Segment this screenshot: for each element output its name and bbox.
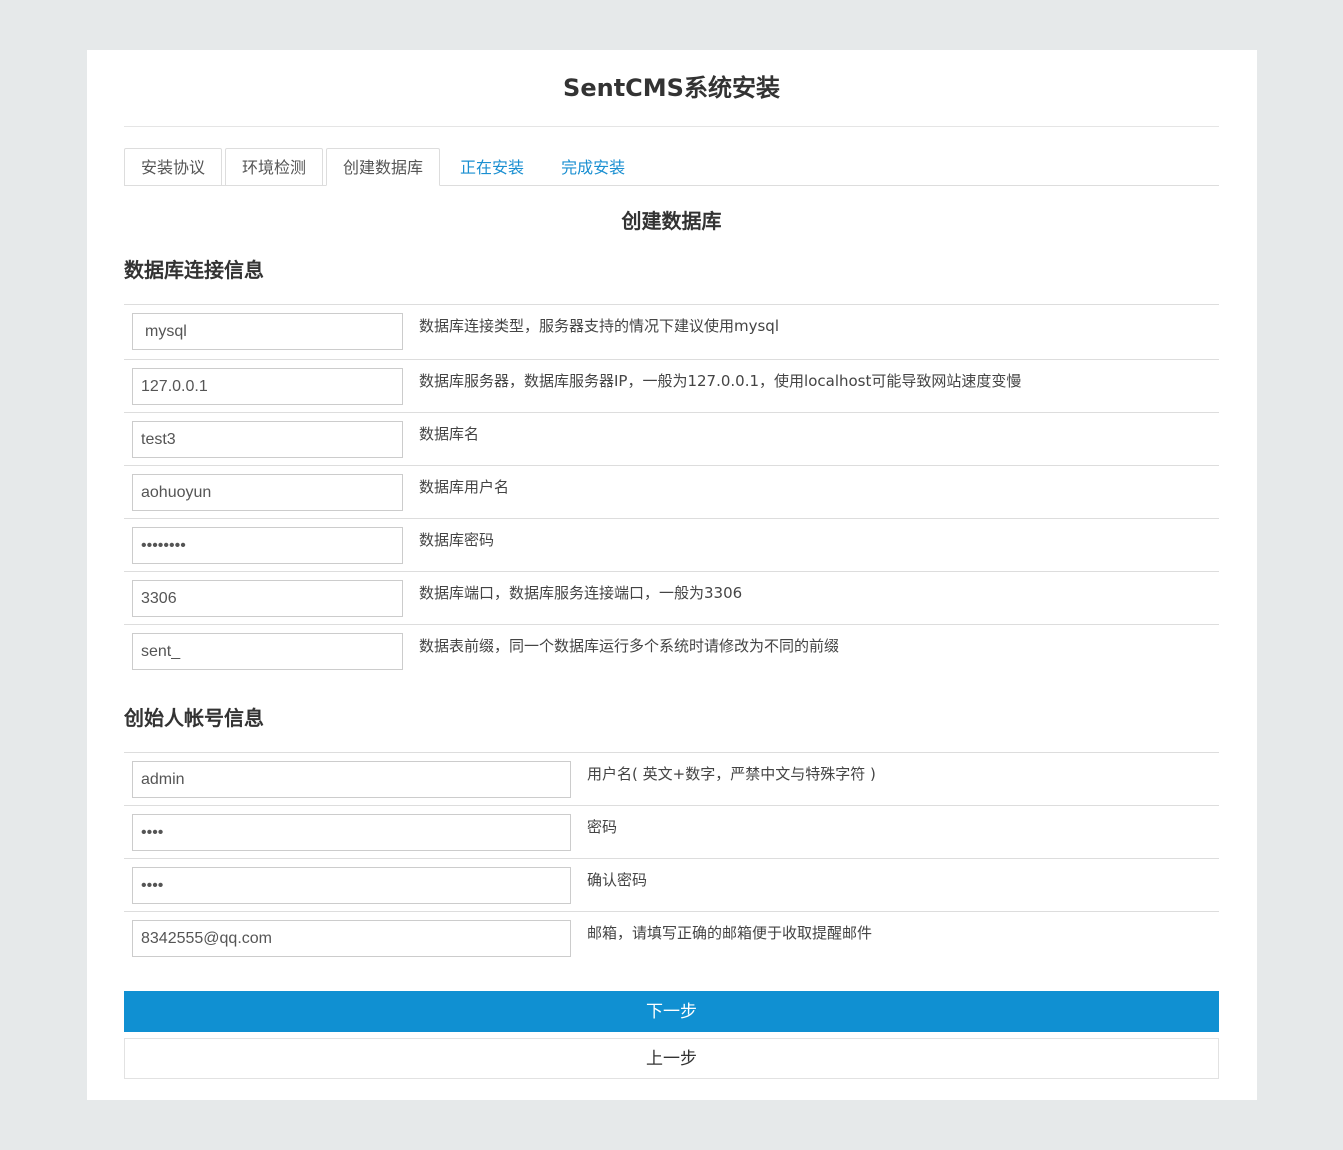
tab-create-database[interactable]: 创建数据库: [326, 148, 441, 186]
db-name-input[interactable]: [132, 421, 403, 458]
form-row-db-type: 数据库连接类型，服务器支持的情况下建议使用mysql: [124, 305, 1219, 360]
db-type-help: 数据库连接类型，服务器支持的情况下建议使用mysql: [419, 317, 779, 335]
db-user-help: 数据库用户名: [419, 478, 510, 496]
db-user-input[interactable]: [132, 474, 403, 511]
form-row-db-name: 数据库名: [124, 413, 1219, 466]
db-password-help: 数据库密码: [419, 531, 495, 549]
admin-username-input[interactable]: [132, 761, 571, 798]
install-panel: SentCMS系统安装 安装协议 环境检测 创建数据库 正在安装 完成安装 创建…: [87, 50, 1257, 1100]
form-row-admin-password: 密码: [124, 806, 1219, 859]
tab-environment-check[interactable]: 环境检测: [225, 148, 324, 186]
app-title: SentCMS系统安装: [563, 74, 780, 102]
form-row-db-port: 数据库端口，数据库服务连接端口，一般为3306: [124, 572, 1219, 625]
next-step-button[interactable]: 下一步: [124, 991, 1219, 1032]
db-type-select[interactable]: [132, 313, 403, 350]
db-name-help: 数据库名: [419, 425, 480, 443]
install-content: SentCMS系统安装 安装协议 环境检测 创建数据库 正在安装 完成安装 创建…: [124, 50, 1219, 1079]
install-steps-tabs: 安装协议 环境检测 创建数据库 正在安装 完成安装: [124, 147, 1219, 186]
form-row-db-host: 数据库服务器，数据库服务器IP，一般为127.0.0.1，使用localhost…: [124, 360, 1219, 413]
db-port-help: 数据库端口，数据库服务连接端口，一般为3306: [419, 584, 743, 602]
admin-form-table: 用户名( 英文+数字，严禁中文与特殊字符 ) 密码 确认密码 邮箱，请填写正确的…: [124, 752, 1219, 965]
db-host-help: 数据库服务器，数据库服务器IP，一般为127.0.0.1，使用localhost…: [419, 372, 1022, 390]
form-row-db-prefix: 数据表前缀，同一个数据库运行多个系统时请修改为不同的前缀: [124, 625, 1219, 678]
admin-section-heading: 创始人帐号信息: [124, 706, 264, 730]
db-prefix-input[interactable]: [132, 633, 403, 670]
form-row-db-user: 数据库用户名: [124, 466, 1219, 519]
admin-confirm-password-input[interactable]: [132, 867, 571, 904]
app-header: SentCMS系统安装: [124, 50, 1219, 127]
admin-password-help: 密码: [587, 818, 618, 836]
form-row-admin-confirm-password: 确认密码: [124, 859, 1219, 912]
previous-step-button[interactable]: 上一步: [124, 1038, 1219, 1079]
db-host-input[interactable]: [132, 368, 403, 405]
db-section-heading: 数据库连接信息: [124, 258, 264, 282]
admin-email-help: 邮箱，请填写正确的邮箱便于收取提醒邮件: [587, 924, 873, 942]
admin-password-input[interactable]: [132, 814, 571, 851]
db-form-table: 数据库连接类型，服务器支持的情况下建议使用mysql 数据库服务器，数据库服务器…: [124, 304, 1219, 678]
form-row-admin-username: 用户名( 英文+数字，严禁中文与特殊字符 ): [124, 753, 1219, 806]
form-row-admin-email: 邮箱，请填写正确的邮箱便于收取提醒邮件: [124, 912, 1219, 965]
step-heading: 创建数据库: [621, 209, 722, 233]
admin-email-input[interactable]: [132, 920, 571, 957]
tab-installing[interactable]: 正在安装: [443, 148, 541, 186]
admin-username-help: 用户名( 英文+数字，严禁中文与特殊字符 ): [587, 765, 876, 783]
db-port-input[interactable]: [132, 580, 403, 617]
db-prefix-help: 数据表前缀，同一个数据库运行多个系统时请修改为不同的前缀: [419, 637, 840, 655]
db-password-input[interactable]: [132, 527, 403, 564]
form-row-db-password: 数据库密码: [124, 519, 1219, 572]
tab-install-agreement[interactable]: 安装协议: [124, 148, 223, 186]
admin-confirm-password-help: 确认密码: [587, 871, 648, 889]
tab-install-complete[interactable]: 完成安装: [544, 148, 642, 186]
